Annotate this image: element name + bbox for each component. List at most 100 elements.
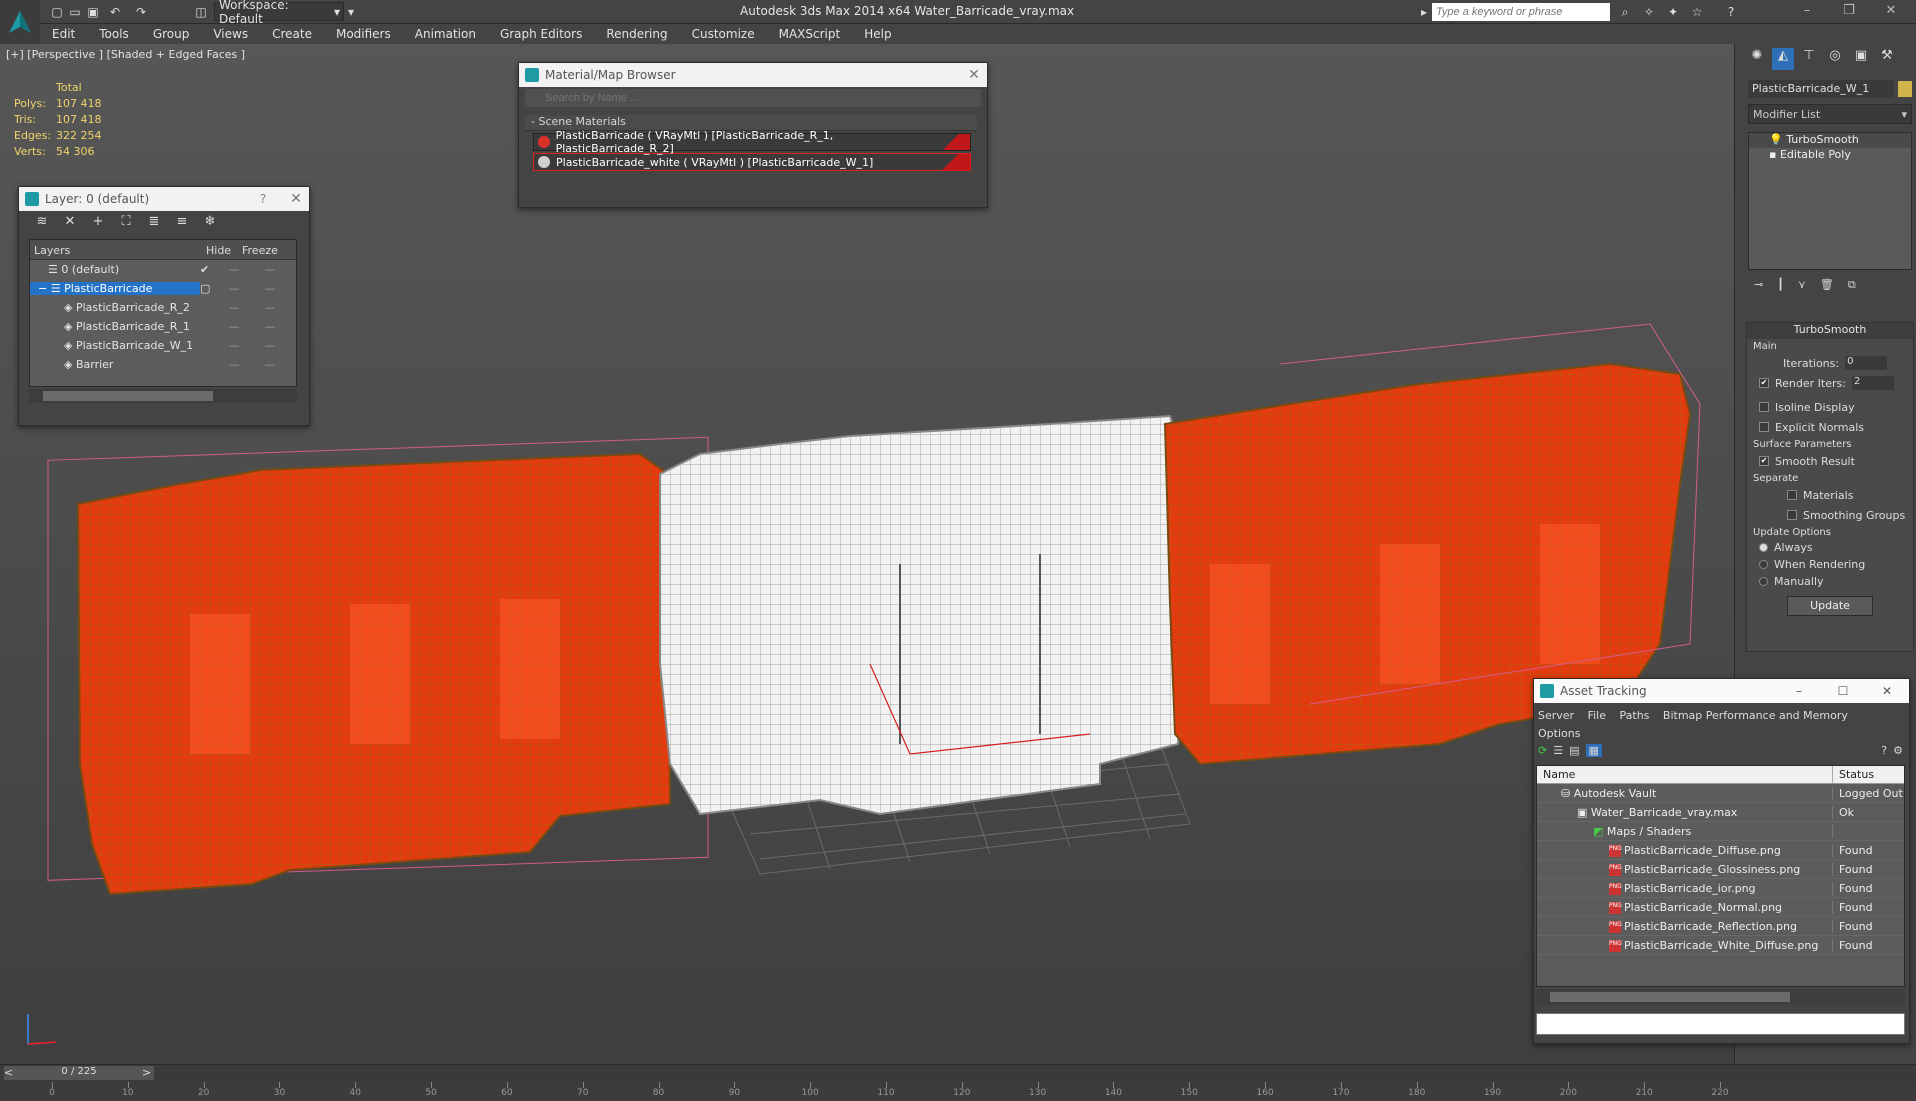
menu-animation[interactable]: Animation: [403, 27, 488, 41]
material-item[interactable]: PlasticBarricade ( VRayMtl ) [PlasticBar…: [533, 129, 971, 155]
freeze-toggle[interactable]: —: [252, 339, 288, 352]
expand-icon[interactable]: −: [38, 282, 51, 295]
refresh-icon[interactable]: ⟳: [1538, 744, 1547, 757]
binoculars-icon[interactable]: ⌕: [1616, 3, 1634, 21]
show-end-result-icon[interactable]: ┃: [1777, 278, 1784, 298]
workspace-dropdown[interactable]: Workspace: Default ▾: [214, 0, 344, 26]
pin-stack-icon[interactable]: ⊸: [1754, 278, 1763, 298]
isoline-checkbox[interactable]: [1759, 402, 1769, 412]
make-unique-icon[interactable]: ⋎: [1798, 278, 1806, 298]
close-icon[interactable]: ✕: [283, 191, 309, 207]
freeze-all-layers-icon[interactable]: ❄: [201, 214, 219, 232]
object-row[interactable]: ◈ PlasticBarricade_R_1 — —: [30, 317, 296, 336]
settings-icon[interactable]: ⚙: [1893, 744, 1909, 757]
menu-modifiers[interactable]: Modifiers: [324, 27, 403, 41]
render-iters-checkbox[interactable]: ✔: [1759, 378, 1769, 388]
subscription-icon[interactable]: ✧: [1640, 3, 1658, 21]
create-layer-icon[interactable]: ≋: [33, 214, 51, 232]
stack-item-editable-poly[interactable]: ▪ Editable Poly: [1749, 148, 1911, 163]
layer-row[interactable]: − ☰ PlasticBarricade ▢ — —: [30, 279, 296, 298]
iterations-spinner[interactable]: 0: [1845, 356, 1888, 370]
hide-toggle[interactable]: —: [216, 320, 252, 333]
always-radio[interactable]: [1759, 543, 1768, 552]
scroll-thumb[interactable]: [43, 391, 213, 401]
menu-file[interactable]: File: [1588, 709, 1606, 722]
minimize-icon[interactable]: –: [1794, 3, 1820, 21]
col-freeze[interactable]: Freeze: [238, 240, 278, 259]
freeze-toggle[interactable]: —: [252, 320, 288, 333]
menu-server[interactable]: Server: [1538, 709, 1574, 722]
add-to-layer-icon[interactable]: +: [89, 214, 107, 232]
favorites-star-icon[interactable]: ☆: [1688, 3, 1706, 21]
col-status[interactable]: Status: [1833, 766, 1880, 783]
asset-row[interactable]: PNG PlasticBarricade_Glossiness.png Found: [1537, 860, 1904, 879]
expand-icon[interactable]: ▪: [1769, 148, 1776, 161]
object-color-swatch[interactable]: [1898, 81, 1912, 97]
hide-toggle[interactable]: —: [216, 339, 252, 352]
hide-toggle[interactable]: —: [216, 301, 252, 314]
help-icon[interactable]: ?: [253, 192, 273, 206]
menu-group[interactable]: Group: [141, 27, 202, 41]
menu-options[interactable]: Options: [1538, 727, 1580, 740]
close-window-icon[interactable]: ✕: [1878, 3, 1904, 21]
material-browser-titlebar[interactable]: Material/Map Browser ✕: [519, 63, 987, 87]
asset-path-field[interactable]: [1536, 1013, 1905, 1035]
remove-modifier-icon[interactable]: 🗑: [1820, 278, 1834, 298]
manually-radio[interactable]: [1759, 577, 1768, 586]
menu-graph-editors[interactable]: Graph Editors: [488, 27, 594, 41]
asset-row[interactable]: ⛁ Autodesk Vault Logged Out: [1537, 784, 1904, 803]
menu-bitmap-performance[interactable]: Bitmap Performance and Memory: [1663, 709, 1848, 722]
modify-tab-icon[interactable]: ◭: [1772, 48, 1794, 70]
viewport-label[interactable]: [+] [Perspective ] [Shaded + Edged Faces…: [6, 48, 245, 61]
help-icon[interactable]: ?: [1722, 3, 1740, 21]
menu-rendering[interactable]: Rendering: [594, 27, 679, 41]
object-row[interactable]: ◈ PlasticBarricade_W_1 — —: [30, 336, 296, 355]
material-search-input[interactable]: [525, 89, 981, 107]
asset-row[interactable]: PNG PlasticBarricade_White_Diffuse.png Fou…: [1537, 936, 1904, 955]
scroll-thumb[interactable]: [1550, 992, 1790, 1002]
modifier-list-dropdown[interactable]: Modifier List ▾: [1748, 104, 1912, 124]
asset-tracking-titlebar[interactable]: Asset Tracking – ☐ ✕: [1534, 679, 1909, 703]
col-name[interactable]: Name: [1537, 766, 1833, 783]
close-icon[interactable]: ✕: [961, 67, 987, 83]
asset-row[interactable]: PNG PlasticBarricade_Normal.png Found: [1537, 898, 1904, 917]
hide-all-layers-icon[interactable]: ≡: [173, 214, 191, 232]
object-row[interactable]: ◈ PlasticBarricade_R_2 — —: [30, 298, 296, 317]
hide-toggle[interactable]: —: [216, 282, 252, 295]
menu-customize[interactable]: Customize: [680, 27, 767, 41]
save-file-icon[interactable]: ▣: [84, 3, 102, 21]
menu-help[interactable]: Help: [852, 27, 903, 41]
asset-row[interactable]: ◩ Maps / Shaders: [1537, 822, 1904, 841]
delete-layer-icon[interactable]: ✕: [61, 214, 79, 232]
project-folder-icon[interactable]: ◫: [192, 3, 210, 21]
lightbulb-icon[interactable]: 💡: [1769, 133, 1783, 146]
material-item[interactable]: PlasticBarricade_white ( VRayMtl ) [Plas…: [533, 153, 971, 171]
object-name-field[interactable]: PlasticBarricade_W_1: [1748, 80, 1894, 98]
menu-edit[interactable]: Edit: [40, 27, 87, 41]
prev-frame-icon[interactable]: <: [4, 1066, 13, 1079]
hide-toggle[interactable]: —: [216, 358, 252, 371]
when-rendering-radio[interactable]: [1759, 560, 1768, 569]
motion-tab-icon[interactable]: ◎: [1824, 48, 1846, 70]
display-tab-icon[interactable]: ▣: [1850, 48, 1872, 70]
configure-sets-icon[interactable]: ⧉: [1848, 278, 1856, 298]
smooth-result-checkbox[interactable]: ✔: [1759, 456, 1769, 466]
help-icon[interactable]: ?: [1881, 744, 1887, 757]
current-layer-box-icon[interactable]: ▢: [200, 282, 216, 295]
undo-icon[interactable]: ↶: [106, 3, 124, 21]
track-bar[interactable]: 0 10 20 30 40 50 60 70 80 90 100 110 120 130 140 150 160…: [0, 1082, 1916, 1101]
explicit-normals-checkbox[interactable]: [1759, 422, 1769, 432]
hierarchy-tab-icon[interactable]: ⊤: [1798, 48, 1820, 70]
update-button[interactable]: Update: [1787, 596, 1873, 616]
asset-row[interactable]: PNG PlasticBarricade_Reflection.png Found: [1537, 917, 1904, 936]
communication-icon[interactable]: ✦: [1664, 3, 1682, 21]
hide-toggle[interactable]: —: [216, 263, 252, 276]
menu-maxscript[interactable]: MAXScript: [767, 27, 853, 41]
freeze-toggle[interactable]: —: [252, 301, 288, 314]
time-slider[interactable]: [0, 1064, 1916, 1082]
menu-paths[interactable]: Paths: [1620, 709, 1650, 722]
new-file-icon[interactable]: ▢: [48, 3, 66, 21]
maximize-icon[interactable]: ☐: [1821, 684, 1865, 698]
utilities-tab-icon[interactable]: ⚒: [1876, 48, 1898, 70]
col-layers[interactable]: Layers: [30, 240, 202, 259]
